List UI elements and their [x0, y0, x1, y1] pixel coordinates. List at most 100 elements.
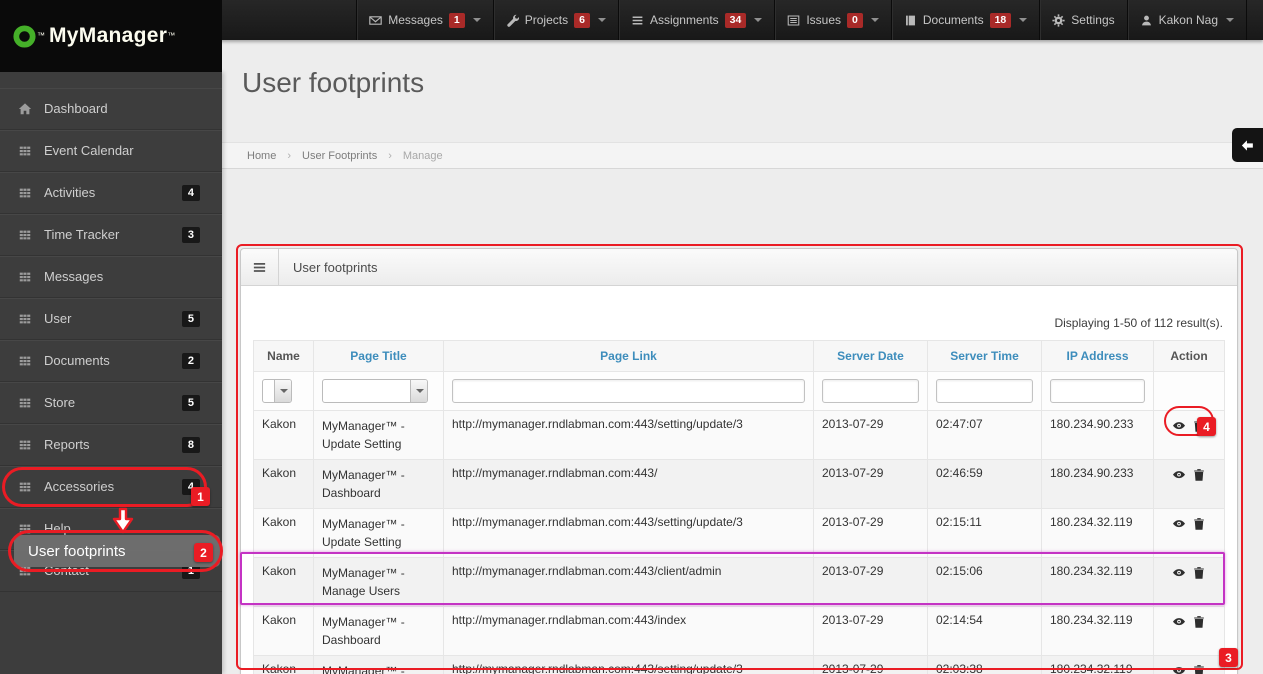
column-header-page-link[interactable]: Page Link — [443, 340, 814, 372]
grid-icon — [18, 186, 32, 200]
collapse-panel-button[interactable] — [1232, 128, 1263, 162]
view-icon[interactable] — [1172, 664, 1186, 674]
view-icon[interactable] — [1172, 419, 1186, 436]
messages-count-badge: 1 — [448, 12, 465, 28]
chevron-down-icon — [416, 389, 424, 393]
sidebar-item-label: Event Calendar — [44, 143, 134, 158]
breadcrumb-separator — [388, 150, 392, 162]
cell-server-date: 2013-07-29 — [813, 459, 928, 509]
cell-page-link: http://mymanager.rndlabman.com:443/setti… — [443, 410, 814, 460]
count-badge: 4 — [181, 478, 200, 495]
wrench-icon — [506, 14, 519, 27]
sidebar-item-label: Activities — [44, 185, 96, 200]
view-icon[interactable] — [1172, 468, 1186, 485]
cell-server-date: 2013-07-29 — [813, 410, 928, 460]
server-time-filter-input[interactable] — [936, 379, 1033, 403]
cell-ip-address: 180.234.90.233 — [1041, 459, 1154, 509]
top-nav-items: Messages 1 Projects 6 Assignments 34 Iss… — [356, 0, 1247, 40]
column-header-page-title[interactable]: Page Title — [313, 340, 444, 372]
main-content: User footprints Home User Footprints Man… — [222, 40, 1263, 674]
table-row: Kakon MyManager™ - Update Setting http:/… — [253, 508, 1225, 558]
sidebar-item-accessories[interactable]: Accessories 4 — [0, 466, 222, 508]
page-link-filter-input[interactable] — [452, 379, 805, 403]
nav-documents[interactable]: Documents 18 — [890, 0, 1039, 40]
sidebar-item-label: Documents — [44, 353, 110, 368]
breadcrumb-home[interactable]: Home — [247, 150, 276, 162]
column-header-server-date[interactable]: Server Date — [813, 340, 928, 372]
chevron-down-icon — [472, 18, 481, 22]
sidebar-item-dashboard[interactable]: Dashboard — [0, 88, 222, 130]
grid-icon — [18, 144, 32, 158]
sidebar-item-time-tracker[interactable]: Time Tracker 3 — [0, 214, 222, 256]
nav-issues[interactable]: Issues 0 — [774, 0, 891, 40]
count-badge: 4 — [181, 184, 200, 201]
grid-icon — [18, 312, 32, 326]
cell-server-time: 02:03:38 — [927, 655, 1042, 674]
nav-settings[interactable]: Settings — [1039, 0, 1126, 40]
cell-page-link: http://mymanager.rndlabman.com:443/setti… — [443, 655, 814, 674]
nav-user-menu[interactable]: Kakon Nag — [1126, 0, 1247, 40]
sidebar-item-label: Store — [44, 395, 76, 410]
sidebar-item-messages[interactable]: Messages — [0, 256, 222, 298]
table-filter-row — [253, 371, 1225, 411]
list-alt-icon — [787, 14, 800, 27]
sidebar-item-label: Accessories — [44, 479, 115, 494]
count-badge: 3 — [181, 226, 200, 243]
breadcrumb-user-footprints[interactable]: User Footprints — [302, 150, 377, 162]
delete-icon[interactable] — [1192, 664, 1206, 674]
brand-logo[interactable]: ™ MyManager ™ — [0, 0, 222, 72]
trademark-symbol: ™ — [37, 31, 45, 40]
nav-label: Projects — [524, 13, 569, 27]
nav-messages[interactable]: Messages 1 — [356, 0, 493, 40]
server-date-filter-input[interactable] — [822, 379, 919, 403]
page-title-filter-select[interactable] — [322, 379, 428, 403]
view-icon[interactable] — [1172, 566, 1186, 583]
user-icon — [1140, 14, 1153, 27]
delete-icon[interactable] — [1192, 419, 1206, 436]
breadcrumb-separator — [287, 150, 291, 162]
sidebar-item-activities[interactable]: Activities 4 — [0, 172, 222, 214]
book-icon — [904, 14, 917, 27]
ip-address-filter-input[interactable] — [1050, 379, 1145, 403]
sidebar-item-reports[interactable]: Reports 8 — [0, 424, 222, 466]
delete-icon[interactable] — [1192, 517, 1206, 534]
cell-page-title: MyManager™ - Update Setting — [313, 508, 444, 558]
cell-server-date: 2013-07-29 — [813, 606, 928, 656]
cell-server-time: 02:15:06 — [927, 557, 1042, 607]
sidebar-item-user[interactable]: User 5 — [0, 298, 222, 340]
table-row-highlighted: Kakon MyManager™ - Manage Users http://m… — [253, 557, 1225, 607]
cell-server-time: 02:15:11 — [927, 508, 1042, 558]
sidebar-item-label: Dashboard — [44, 101, 108, 116]
nav-label: Messages — [388, 13, 443, 27]
projects-count-badge: 6 — [574, 12, 590, 28]
sidebar-item-documents[interactable]: Documents 2 — [0, 340, 222, 382]
sidebar-item-label: Time Tracker — [44, 227, 120, 242]
home-icon — [18, 102, 32, 116]
cell-server-date: 2013-07-29 — [813, 508, 928, 558]
nav-projects[interactable]: Projects 6 — [492, 0, 618, 40]
envelope-icon — [369, 14, 382, 27]
assignments-count-badge: 34 — [724, 12, 747, 28]
nav-label: Assignments — [649, 13, 719, 27]
delete-icon[interactable] — [1192, 566, 1206, 583]
delete-icon[interactable] — [1192, 468, 1206, 485]
nav-assignments[interactable]: Assignments 34 — [617, 0, 774, 40]
view-icon[interactable] — [1172, 615, 1186, 632]
grid-icon — [18, 354, 32, 368]
grid-icon — [18, 480, 32, 494]
sidebar-item-event-calendar[interactable]: Event Calendar — [0, 130, 222, 172]
panel-menu-button[interactable] — [241, 249, 279, 285]
cell-page-title: MyManager™ - Manage Users — [313, 557, 444, 607]
app-window: Messages 1 Projects 6 Assignments 34 Iss… — [0, 0, 1263, 674]
name-filter-select[interactable] — [262, 379, 292, 403]
view-icon[interactable] — [1172, 517, 1186, 534]
column-header-ip-address[interactable]: IP Address — [1041, 340, 1154, 372]
cell-page-title: MyManager™ - Update Setting — [313, 410, 444, 460]
accessories-submenu-user-footprints[interactable]: User footprints — [14, 535, 220, 567]
breadcrumb-current: Manage — [402, 149, 443, 162]
chevron-down-icon — [1019, 18, 1028, 22]
delete-icon[interactable] — [1192, 615, 1206, 632]
column-header-server-time[interactable]: Server Time — [927, 340, 1042, 372]
grid-icon — [18, 522, 32, 536]
sidebar-item-store[interactable]: Store 5 — [0, 382, 222, 424]
